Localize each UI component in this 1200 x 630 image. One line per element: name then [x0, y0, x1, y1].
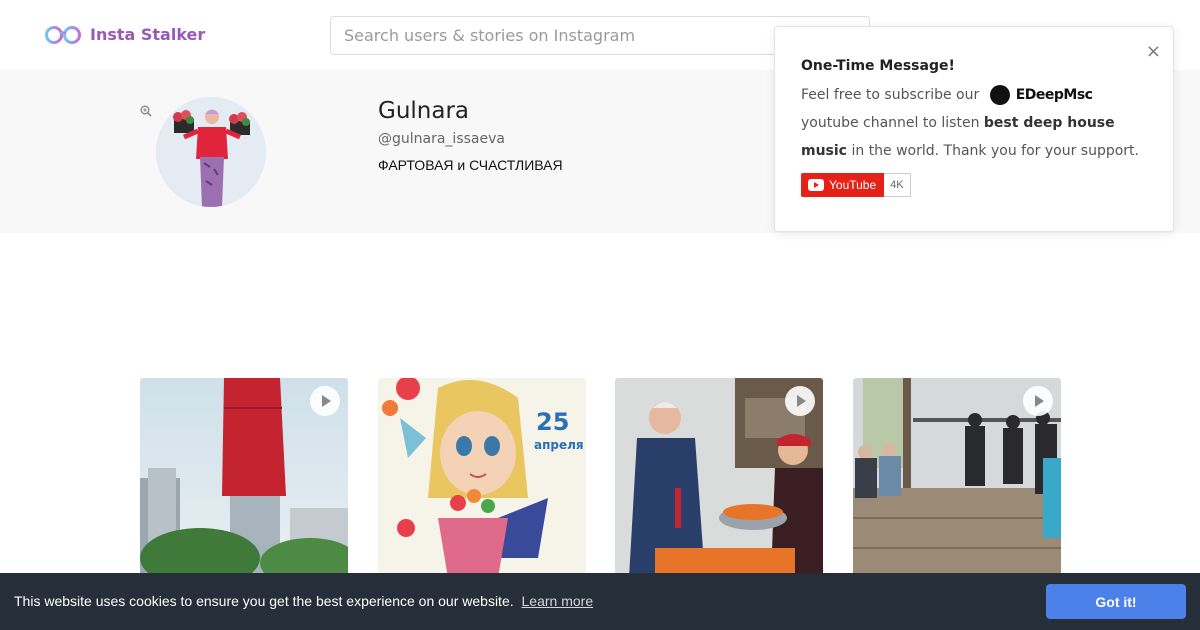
play-icon[interactable]	[1023, 386, 1053, 416]
glasses-icon	[45, 26, 81, 44]
popup-text-mid: youtube channel to listen	[801, 115, 980, 131]
cookie-message: This website uses cookies to ensure you …	[14, 593, 593, 609]
brand-name: EDeepMsc	[1015, 87, 1093, 103]
play-icon[interactable]	[785, 386, 815, 416]
profile-avatar[interactable]	[156, 97, 266, 207]
play-icon[interactable]	[310, 386, 340, 416]
youtube-label: YouTube	[829, 178, 877, 192]
zoom-in-icon[interactable]	[140, 105, 152, 117]
cookie-accept-button[interactable]: Got it!	[1046, 584, 1186, 619]
youtube-button[interactable]: YouTube	[801, 173, 885, 197]
post-caption-number: 25	[536, 408, 570, 436]
brand-logo-icon	[989, 85, 1010, 105]
post-thumbnail[interactable]	[615, 378, 823, 578]
post-thumbnail[interactable]	[140, 378, 348, 578]
one-time-message-popup: × One-Time Message! Feel free to subscri…	[774, 26, 1174, 232]
youtube-subscriber-count: 4K	[884, 173, 911, 197]
post-thumbnail[interactable]: 25 апреля	[378, 378, 586, 578]
profile-name: Gulnara	[378, 98, 470, 124]
cookie-banner: This website uses cookies to ensure you …	[0, 573, 1200, 630]
youtube-icon	[808, 179, 824, 191]
youtube-subscribe[interactable]: YouTube 4K	[801, 173, 911, 197]
brand-link[interactable]: EDeepMsc	[989, 81, 1093, 109]
avatar-image	[156, 97, 266, 207]
popup-text-after: in the world. Thank you for your support…	[851, 143, 1139, 159]
cookie-text: This website uses cookies to ensure you …	[14, 593, 514, 609]
profile-handle: @gulnara_issaeva	[378, 131, 505, 147]
profile-bio: ФАРТОВАЯ и СЧАСТЛИВАЯ	[378, 157, 563, 173]
popup-body: Feel free to subscribe our EDeepMsc yout…	[801, 81, 1151, 165]
learn-more-link[interactable]: Learn more	[522, 593, 594, 609]
popup-text-before: Feel free to subscribe our	[801, 87, 980, 103]
post-thumbnail[interactable]	[853, 378, 1061, 578]
post-caption-word: апреля	[534, 438, 584, 452]
close-icon[interactable]: ×	[1146, 43, 1161, 61]
popup-title: One-Time Message!	[801, 58, 955, 74]
site-logo[interactable]: Insta Stalker	[44, 22, 205, 46]
logo-text: Insta Stalker	[90, 24, 206, 44]
